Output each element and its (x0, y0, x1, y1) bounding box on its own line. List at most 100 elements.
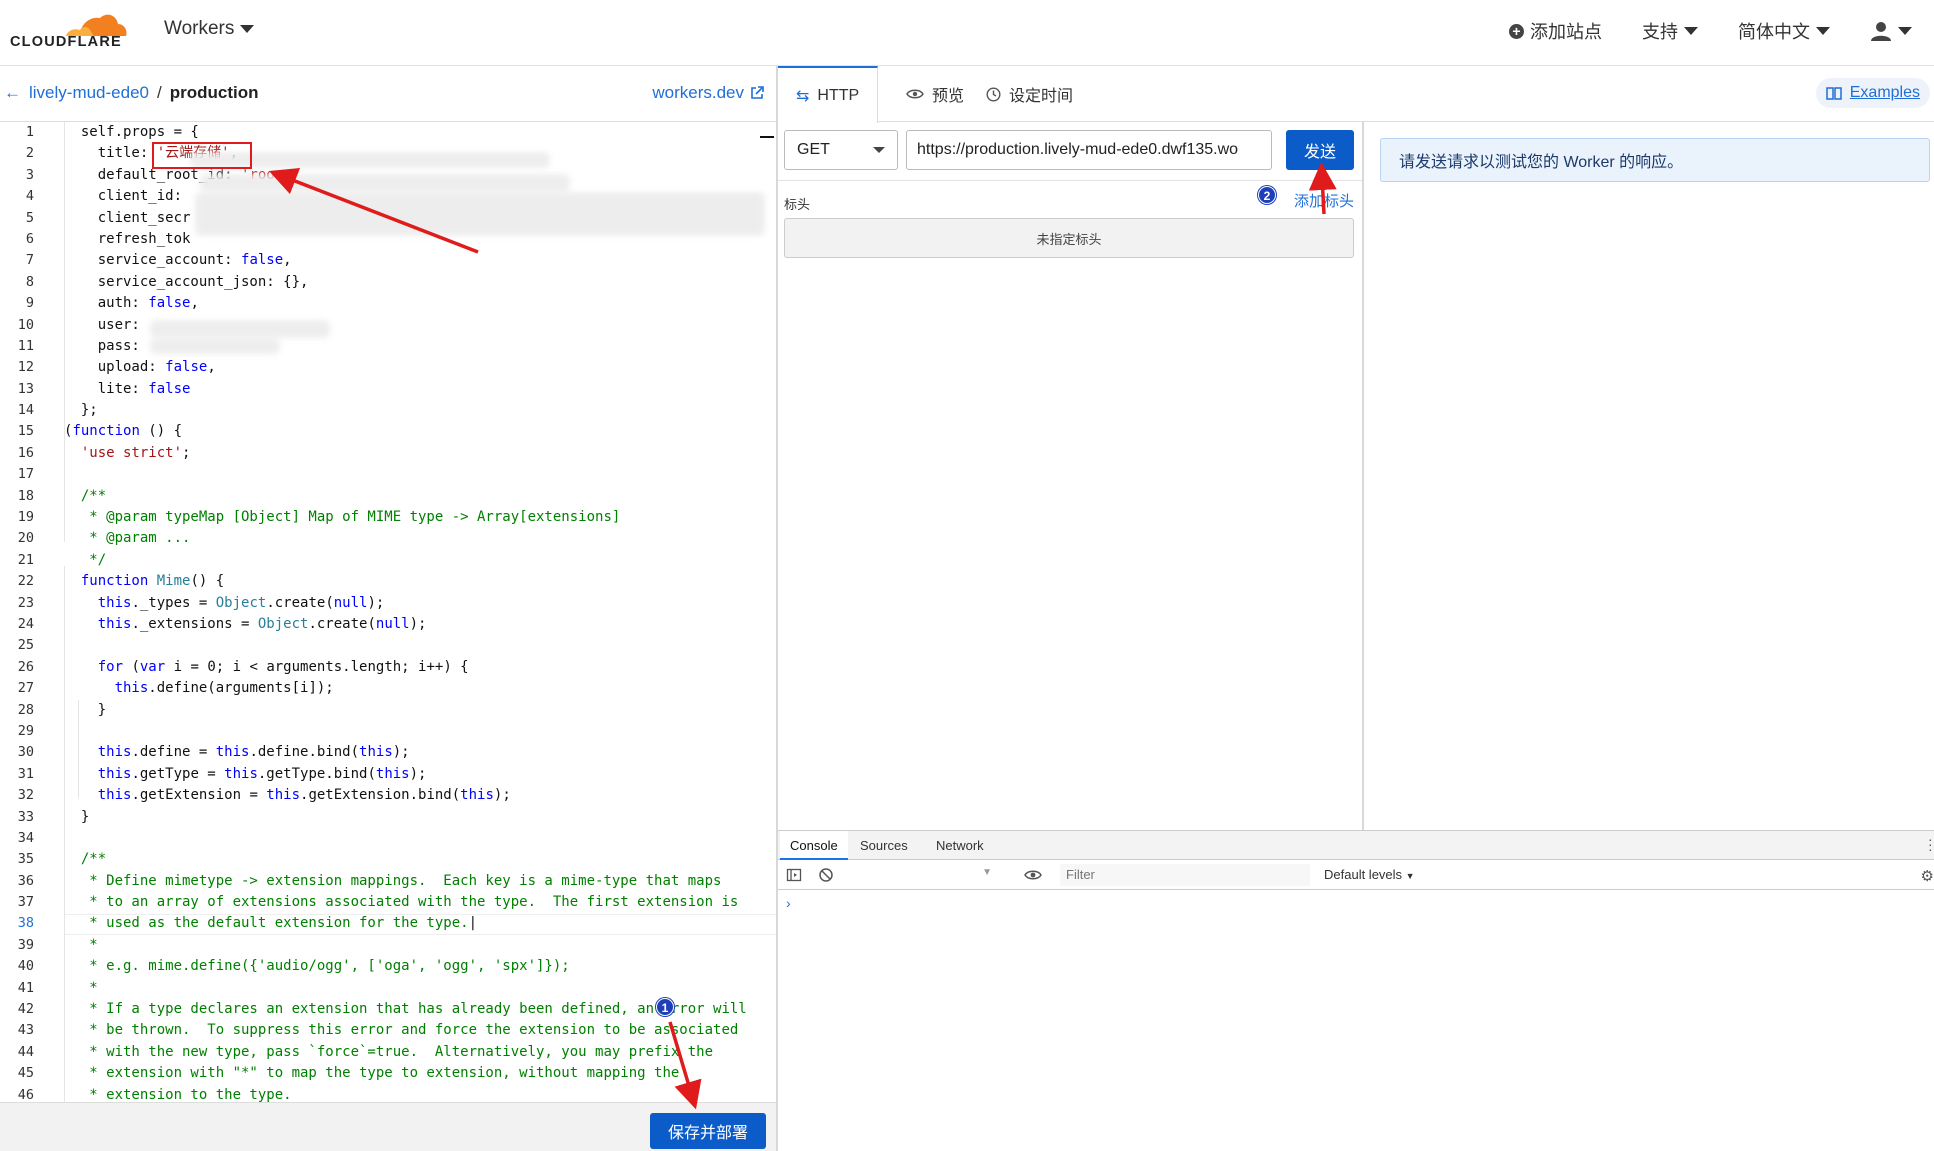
chevron-down-icon: ▼ (982, 867, 992, 878)
chevron-down-icon (1816, 27, 1830, 35)
project-link[interactable]: lively-mud-ede0 (29, 83, 149, 103)
line-number: 5 (25, 209, 34, 226)
add-header-button[interactable]: 添加标头 (1294, 190, 1354, 211)
code-line: lite: false (64, 380, 191, 397)
examples-link[interactable]: Examples (1815, 78, 1930, 108)
product-switcher[interactable]: Workers (164, 18, 255, 40)
clear-console-icon[interactable] (818, 867, 834, 883)
line-number: 41 (17, 979, 34, 996)
book-icon (1826, 87, 1842, 100)
add-site-button[interactable]: + 添加站点 (1509, 18, 1602, 44)
line-number: 36 (17, 872, 34, 889)
line-number: 1 (25, 124, 34, 140)
language-label: 简体中文 (1738, 22, 1810, 42)
line-number: 19 (17, 509, 34, 526)
tab-schedule-label: 设定时间 (1009, 88, 1074, 105)
sidebar-toggle-icon[interactable] (786, 867, 802, 883)
code-line: * used as the default extension for the … (64, 915, 478, 932)
code-line: for (var i = 0; i < arguments.length; i+… (97, 658, 469, 675)
line-number: 24 (17, 615, 34, 632)
line-number: 46 (17, 1086, 34, 1102)
more-vertical-icon[interactable]: · · · (1928, 832, 1933, 856)
devtools-tab-console[interactable]: Console (780, 831, 848, 860)
gear-icon[interactable]: ⚙ (1921, 867, 1934, 885)
environment-name: production (169, 83, 259, 102)
code-line: * extension to the type. (64, 1086, 292, 1102)
log-levels-select[interactable]: Default levels ▼ (1324, 867, 1415, 882)
preview-tabs: ⇆ HTTP 预览 设定时间 Examples (778, 66, 1934, 123)
line-number: 6 (25, 230, 34, 247)
context-select[interactable]: ▼ (848, 864, 996, 886)
line-number: 17 (17, 466, 34, 483)
code-line: }; (64, 402, 98, 419)
line-number: 2 (25, 145, 34, 162)
arrow-left-icon[interactable]: ← (4, 83, 21, 103)
line-number: 9 (25, 295, 34, 312)
line-number: 40 (17, 958, 34, 975)
code-line: upload: false, (64, 359, 216, 376)
code-line: } (64, 701, 107, 718)
code-editor[interactable]: 1 2 3 4 5 6 7 8 9 10 11 12 13 14 15 16 17 18 19 20 21 22 23 24 2… (0, 122, 776, 1102)
devtools-tab-network[interactable]: Network (926, 831, 994, 860)
tab-http[interactable]: ⇆ HTTP (778, 66, 879, 123)
logo-text: CLOUDFLARE (10, 34, 122, 50)
code-line: * (64, 979, 98, 996)
code-line: * (64, 936, 98, 953)
code-content[interactable]: self.props = { title: '云端存储', default_ro… (64, 122, 764, 1102)
url-input[interactable] (906, 130, 1272, 170)
line-number: 23 (17, 594, 34, 611)
no-headers-placeholder: 未指定标头 (784, 218, 1354, 258)
line-number: 39 (17, 936, 34, 953)
send-button[interactable]: 发送 (1286, 130, 1354, 170)
method-value: GET (797, 141, 830, 158)
code-line: * extension with "*" to map the type to … (64, 1065, 680, 1082)
product-label: Workers (164, 18, 235, 39)
code-line: this._types = Object.create(null); (97, 594, 385, 611)
line-number: 3 (25, 166, 34, 183)
language-menu[interactable]: 简体中文 (1738, 18, 1830, 44)
editor-footer: 保存并部署 (0, 1102, 776, 1151)
redacted-value (195, 192, 765, 236)
tab-schedule[interactable]: 设定时间 (968, 66, 1091, 122)
response-info-message: 请发送请求以测试您的 Worker 的响应。 (1380, 138, 1930, 182)
line-number: 4 (25, 188, 34, 205)
code-line: /** (80, 851, 107, 868)
headers-label: 标头 (784, 197, 811, 212)
code-line: service_account_json: {}, (64, 273, 309, 290)
line-number: 15 (17, 423, 34, 440)
breadcrumb: ← lively-mud-ede0 / production (4, 83, 259, 103)
chevron-down-icon (240, 25, 255, 33)
eye-icon[interactable] (1024, 867, 1042, 883)
line-number: 31 (17, 765, 34, 782)
method-select[interactable]: GET (784, 130, 898, 170)
chevron-down-icon: ▼ (1405, 871, 1415, 881)
workers-dev-link[interactable]: workers.dev (652, 83, 764, 103)
line-number: 45 (17, 1065, 34, 1082)
code-line: this.define(arguments[i]); (114, 680, 334, 697)
code-line: * e.g. mime.define({'audio/ogg', ['oga',… (64, 958, 570, 975)
clock-icon (986, 86, 1001, 102)
line-number: 30 (17, 744, 34, 761)
save-and-deploy-button[interactable]: 保存并部署 (650, 1113, 766, 1149)
line-number: 44 (17, 1043, 34, 1060)
console-prompt[interactable]: › (786, 895, 791, 911)
code-line: function Mime() { (80, 573, 225, 590)
devtools-tab-sources[interactable]: Sources (850, 831, 918, 860)
line-number: 13 (17, 380, 34, 397)
add-site-label: 添加站点 (1530, 22, 1602, 42)
user-menu[interactable] (1870, 20, 1912, 42)
line-number: 18 (17, 487, 34, 504)
line-number: 28 (17, 701, 34, 718)
external-link-icon (751, 86, 764, 99)
line-number: 37 (17, 894, 34, 911)
console-toolbar: ▼ Default levels ▼ ⚙ (778, 860, 1934, 890)
line-number: 25 (17, 637, 34, 654)
console-filter-input[interactable] (1060, 864, 1310, 886)
swap-arrows-icon: ⇆ (796, 87, 810, 105)
line-number: 14 (17, 402, 34, 419)
support-menu[interactable]: 支持 (1642, 18, 1698, 44)
chevron-down-icon (873, 147, 885, 153)
